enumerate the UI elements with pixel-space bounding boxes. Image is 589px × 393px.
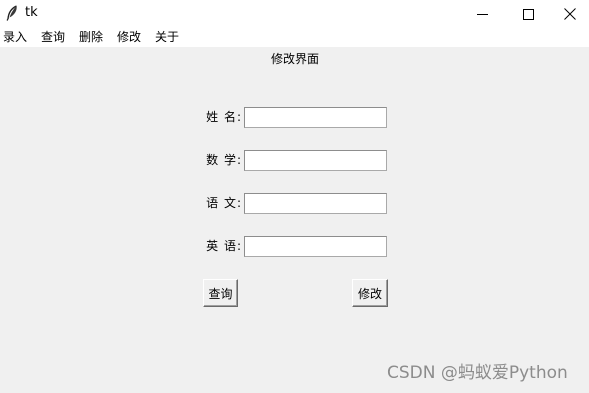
english-input[interactable] xyxy=(244,236,387,257)
math-label: 数 学: xyxy=(206,153,242,167)
name-label: 姓 名: xyxy=(206,110,242,124)
english-label: 英 语: xyxy=(206,239,242,253)
menu-item-enter[interactable]: 录入 xyxy=(3,30,27,45)
query-button[interactable]: 查询 xyxy=(203,279,238,307)
menu-item-modify[interactable]: 修改 xyxy=(117,30,141,45)
close-button[interactable] xyxy=(550,0,589,28)
maximize-button[interactable] xyxy=(505,0,551,28)
maximize-icon xyxy=(522,8,534,20)
menu-bar: 录入 查询 删除 修改 关于 xyxy=(0,28,589,47)
chinese-input[interactable] xyxy=(244,193,387,214)
feather-icon xyxy=(6,5,17,21)
chinese-label: 语 文: xyxy=(206,196,242,210)
menu-item-query[interactable]: 查询 xyxy=(41,30,65,45)
minimize-button[interactable] xyxy=(459,0,505,28)
menu-item-about[interactable]: 关于 xyxy=(155,30,179,45)
watermark: CSDN @蚂蚁爱Python xyxy=(387,363,568,383)
window-title: tk xyxy=(25,5,38,20)
minimize-icon xyxy=(476,13,488,15)
title-bar[interactable]: tk xyxy=(0,0,589,28)
page-title: 修改界面 xyxy=(270,52,319,66)
math-input[interactable] xyxy=(244,150,387,171)
close-icon xyxy=(563,8,576,20)
modify-button[interactable]: 修改 xyxy=(352,279,388,307)
name-input[interactable] xyxy=(244,107,387,128)
menu-item-delete[interactable]: 删除 xyxy=(79,30,103,45)
